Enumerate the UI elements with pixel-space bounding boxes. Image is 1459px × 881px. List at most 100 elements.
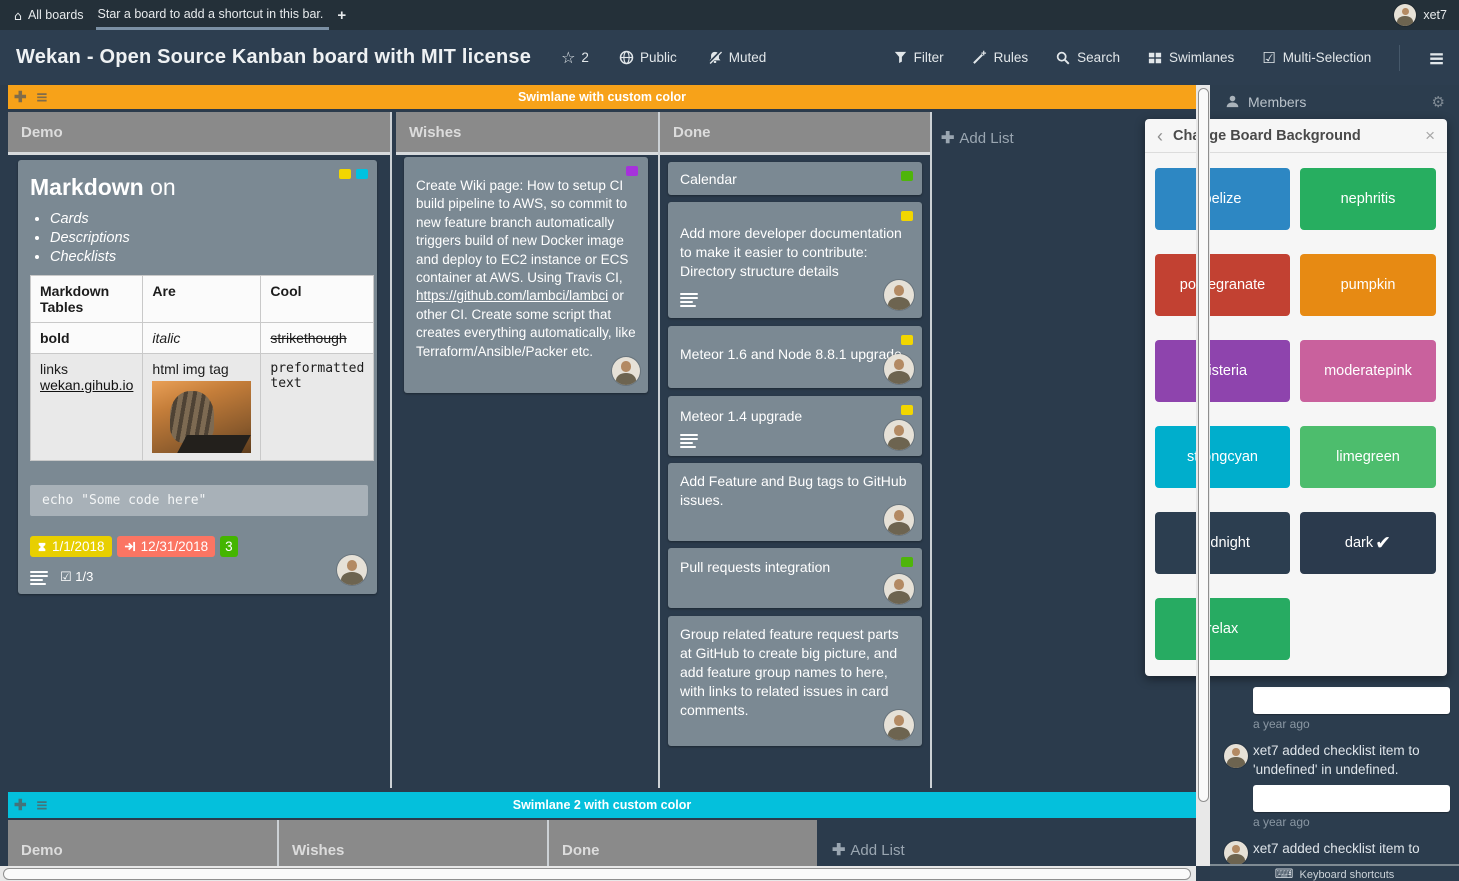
horizontal-scrollbar[interactable] bbox=[0, 866, 1196, 881]
plus-icon: ✚ bbox=[832, 840, 845, 860]
swimlane-add-icon[interactable]: ✚ bbox=[14, 88, 27, 106]
comment-input[interactable] bbox=[1253, 687, 1450, 714]
activity-avatar[interactable] bbox=[1224, 744, 1248, 768]
member-avatar[interactable] bbox=[884, 505, 914, 535]
card-calendar[interactable]: Calendar bbox=[668, 162, 922, 195]
member-avatar[interactable] bbox=[612, 357, 640, 385]
visibility-button[interactable]: Public bbox=[619, 50, 677, 65]
swatch-pomegranate[interactable]: pomegranate bbox=[1155, 254, 1290, 316]
swatch-wisteria[interactable]: wisteria bbox=[1155, 340, 1290, 402]
lambci-link[interactable]: https://github.com/lambci/lambci bbox=[416, 288, 608, 303]
swimlane-menu-icon[interactable]: ≡ bbox=[36, 88, 49, 106]
swatch-pumpkin[interactable]: pumpkin bbox=[1300, 254, 1436, 316]
member-icon bbox=[1225, 94, 1240, 109]
star-counter[interactable]: ☆ 2 bbox=[561, 48, 589, 67]
bullet-item: Cards bbox=[50, 211, 377, 227]
table-cell-bold: bold bbox=[31, 323, 143, 354]
all-boards-link[interactable]: ⌂ All boards bbox=[14, 8, 84, 23]
comment-input[interactable] bbox=[1253, 785, 1450, 812]
list-title: Demo bbox=[21, 842, 63, 859]
add-list-label: Add List bbox=[959, 130, 1013, 147]
swatch-grid: belize nephritis pomegranate pumpkin wis… bbox=[1145, 153, 1447, 660]
star-hint-label: Star a board to add a shortcut in this b… bbox=[98, 7, 324, 21]
card-label-yellow[interactable] bbox=[901, 405, 913, 415]
card-title: Create Wiki page: How to setup CI build … bbox=[404, 157, 648, 371]
close-icon[interactable]: × bbox=[1425, 126, 1435, 146]
horizontal-scrollbar-thumb[interactable] bbox=[3, 868, 1191, 880]
list-header-done-2[interactable]: Done bbox=[549, 820, 817, 866]
card-footer: ☑ 1/3 bbox=[30, 569, 377, 585]
card-group-features[interactable]: Group related feature request parts at G… bbox=[668, 616, 922, 746]
swatch-belize[interactable]: belize bbox=[1155, 168, 1290, 230]
swimlane-2-bar: ✚ ≡ Swimlane 2 with custom color bbox=[8, 792, 1196, 818]
member-avatar[interactable] bbox=[884, 420, 914, 450]
card-label-green[interactable] bbox=[901, 171, 913, 181]
card-label-cyan[interactable] bbox=[356, 169, 368, 179]
list-header-wishes[interactable]: Wishes bbox=[396, 112, 658, 155]
rules-button[interactable]: Rules bbox=[972, 50, 1029, 65]
card-label-green[interactable] bbox=[901, 557, 913, 567]
user-menu[interactable]: xet7 bbox=[1394, 4, 1447, 26]
list-header-done[interactable]: Done bbox=[660, 112, 930, 155]
header-nav: Filter Rules Search bbox=[894, 45, 1445, 71]
card-meteor-16[interactable]: Meteor 1.6 and Node 8.8.1 upgrade bbox=[668, 326, 922, 388]
add-list-label: Add List bbox=[850, 842, 904, 859]
gear-icon[interactable]: ⚙ bbox=[1432, 93, 1445, 111]
start-date-badge[interactable]: 1/1/2018 bbox=[30, 536, 112, 557]
card-markdown[interactable]: Markdown on Cards Descriptions Checklist… bbox=[18, 160, 377, 594]
user-avatar[interactable] bbox=[1394, 4, 1416, 26]
list-header-demo[interactable]: Demo bbox=[8, 112, 390, 155]
card-label-yellow[interactable] bbox=[901, 335, 913, 345]
card-wiki-ci[interactable]: Create Wiki page: How to setup CI build … bbox=[404, 157, 648, 393]
swimlanes-button[interactable]: Swimlanes bbox=[1148, 50, 1234, 65]
due-date-badge[interactable]: 12/31/2018 bbox=[117, 536, 216, 557]
add-list-button-2[interactable]: ✚ Add List bbox=[832, 840, 905, 860]
swimlane-add-icon[interactable]: ✚ bbox=[14, 796, 27, 814]
vertical-scrollbar-thumb[interactable] bbox=[1198, 88, 1209, 802]
wekan-link[interactable]: wekan.gihub.io bbox=[40, 377, 133, 393]
panel-header: ‹ Change Board Background × bbox=[1145, 119, 1447, 153]
swatch-strongcyan[interactable]: strongcyan bbox=[1155, 426, 1290, 488]
activity-avatar[interactable] bbox=[1224, 841, 1248, 865]
card-github-tags[interactable]: Add Feature and Bug tags to GitHub issue… bbox=[668, 463, 922, 541]
mute-button[interactable]: Muted bbox=[707, 50, 767, 65]
member-avatar[interactable] bbox=[884, 710, 914, 740]
member-avatar[interactable] bbox=[884, 354, 914, 384]
card-label-yellow[interactable] bbox=[901, 211, 913, 221]
card-dev-docs[interactable]: Add more developer documentation to make… bbox=[668, 202, 922, 318]
filter-button[interactable]: Filter bbox=[894, 50, 944, 65]
swatch-moderatepink[interactable]: moderatepink bbox=[1300, 340, 1436, 402]
swatch-nephritis[interactable]: nephritis bbox=[1300, 168, 1436, 230]
card-meteor-14[interactable]: Meteor 1.4 upgrade bbox=[668, 396, 922, 456]
list-header-demo-2[interactable]: Demo bbox=[8, 820, 277, 866]
globe-icon bbox=[619, 50, 634, 65]
swimlane-menu-icon[interactable]: ≡ bbox=[36, 796, 49, 814]
search-button[interactable]: Search bbox=[1056, 50, 1120, 65]
swatch-dark[interactable]: dark✔ bbox=[1300, 512, 1436, 574]
vertical-scrollbar[interactable] bbox=[1196, 85, 1210, 866]
card-title: Add Feature and Bug tags to GitHub issue… bbox=[668, 463, 922, 510]
hamburger-menu-button[interactable]: ≡ bbox=[1428, 46, 1445, 70]
card-pull-requests[interactable]: Pull requests integration bbox=[668, 548, 922, 608]
board-title[interactable]: Wekan - Open Source Kanban board with MI… bbox=[16, 46, 531, 69]
add-board-button[interactable]: + bbox=[337, 7, 346, 24]
star-count: 2 bbox=[581, 50, 589, 65]
table-header-cell: Cool bbox=[261, 276, 374, 323]
multi-selection-button[interactable]: ☑ Multi-Selection bbox=[1262, 49, 1371, 67]
card-title: Markdown on bbox=[30, 174, 377, 201]
column-divider bbox=[658, 112, 660, 788]
swatch-relax[interactable]: relax bbox=[1155, 598, 1290, 660]
add-list-button[interactable]: ✚ Add List bbox=[941, 128, 1014, 148]
back-chevron-icon[interactable]: ‹ bbox=[1157, 127, 1163, 145]
card-label-yellow[interactable] bbox=[339, 169, 351, 179]
member-avatar[interactable] bbox=[337, 555, 367, 585]
filter-label: Filter bbox=[914, 50, 944, 65]
activity-text: xet7 added checklist item to bbox=[1253, 840, 1453, 859]
swatch-limegreen[interactable]: limegreen bbox=[1300, 426, 1436, 488]
swatch-midnight[interactable]: midnight bbox=[1155, 512, 1290, 574]
keyboard-shortcuts-bar[interactable]: ⌨ Keyboard shortcuts bbox=[1210, 864, 1459, 881]
member-avatar[interactable] bbox=[884, 280, 914, 310]
member-avatar[interactable] bbox=[884, 574, 914, 604]
list-header-wishes-2[interactable]: Wishes bbox=[279, 820, 547, 866]
card-label-purple[interactable] bbox=[626, 166, 638, 176]
